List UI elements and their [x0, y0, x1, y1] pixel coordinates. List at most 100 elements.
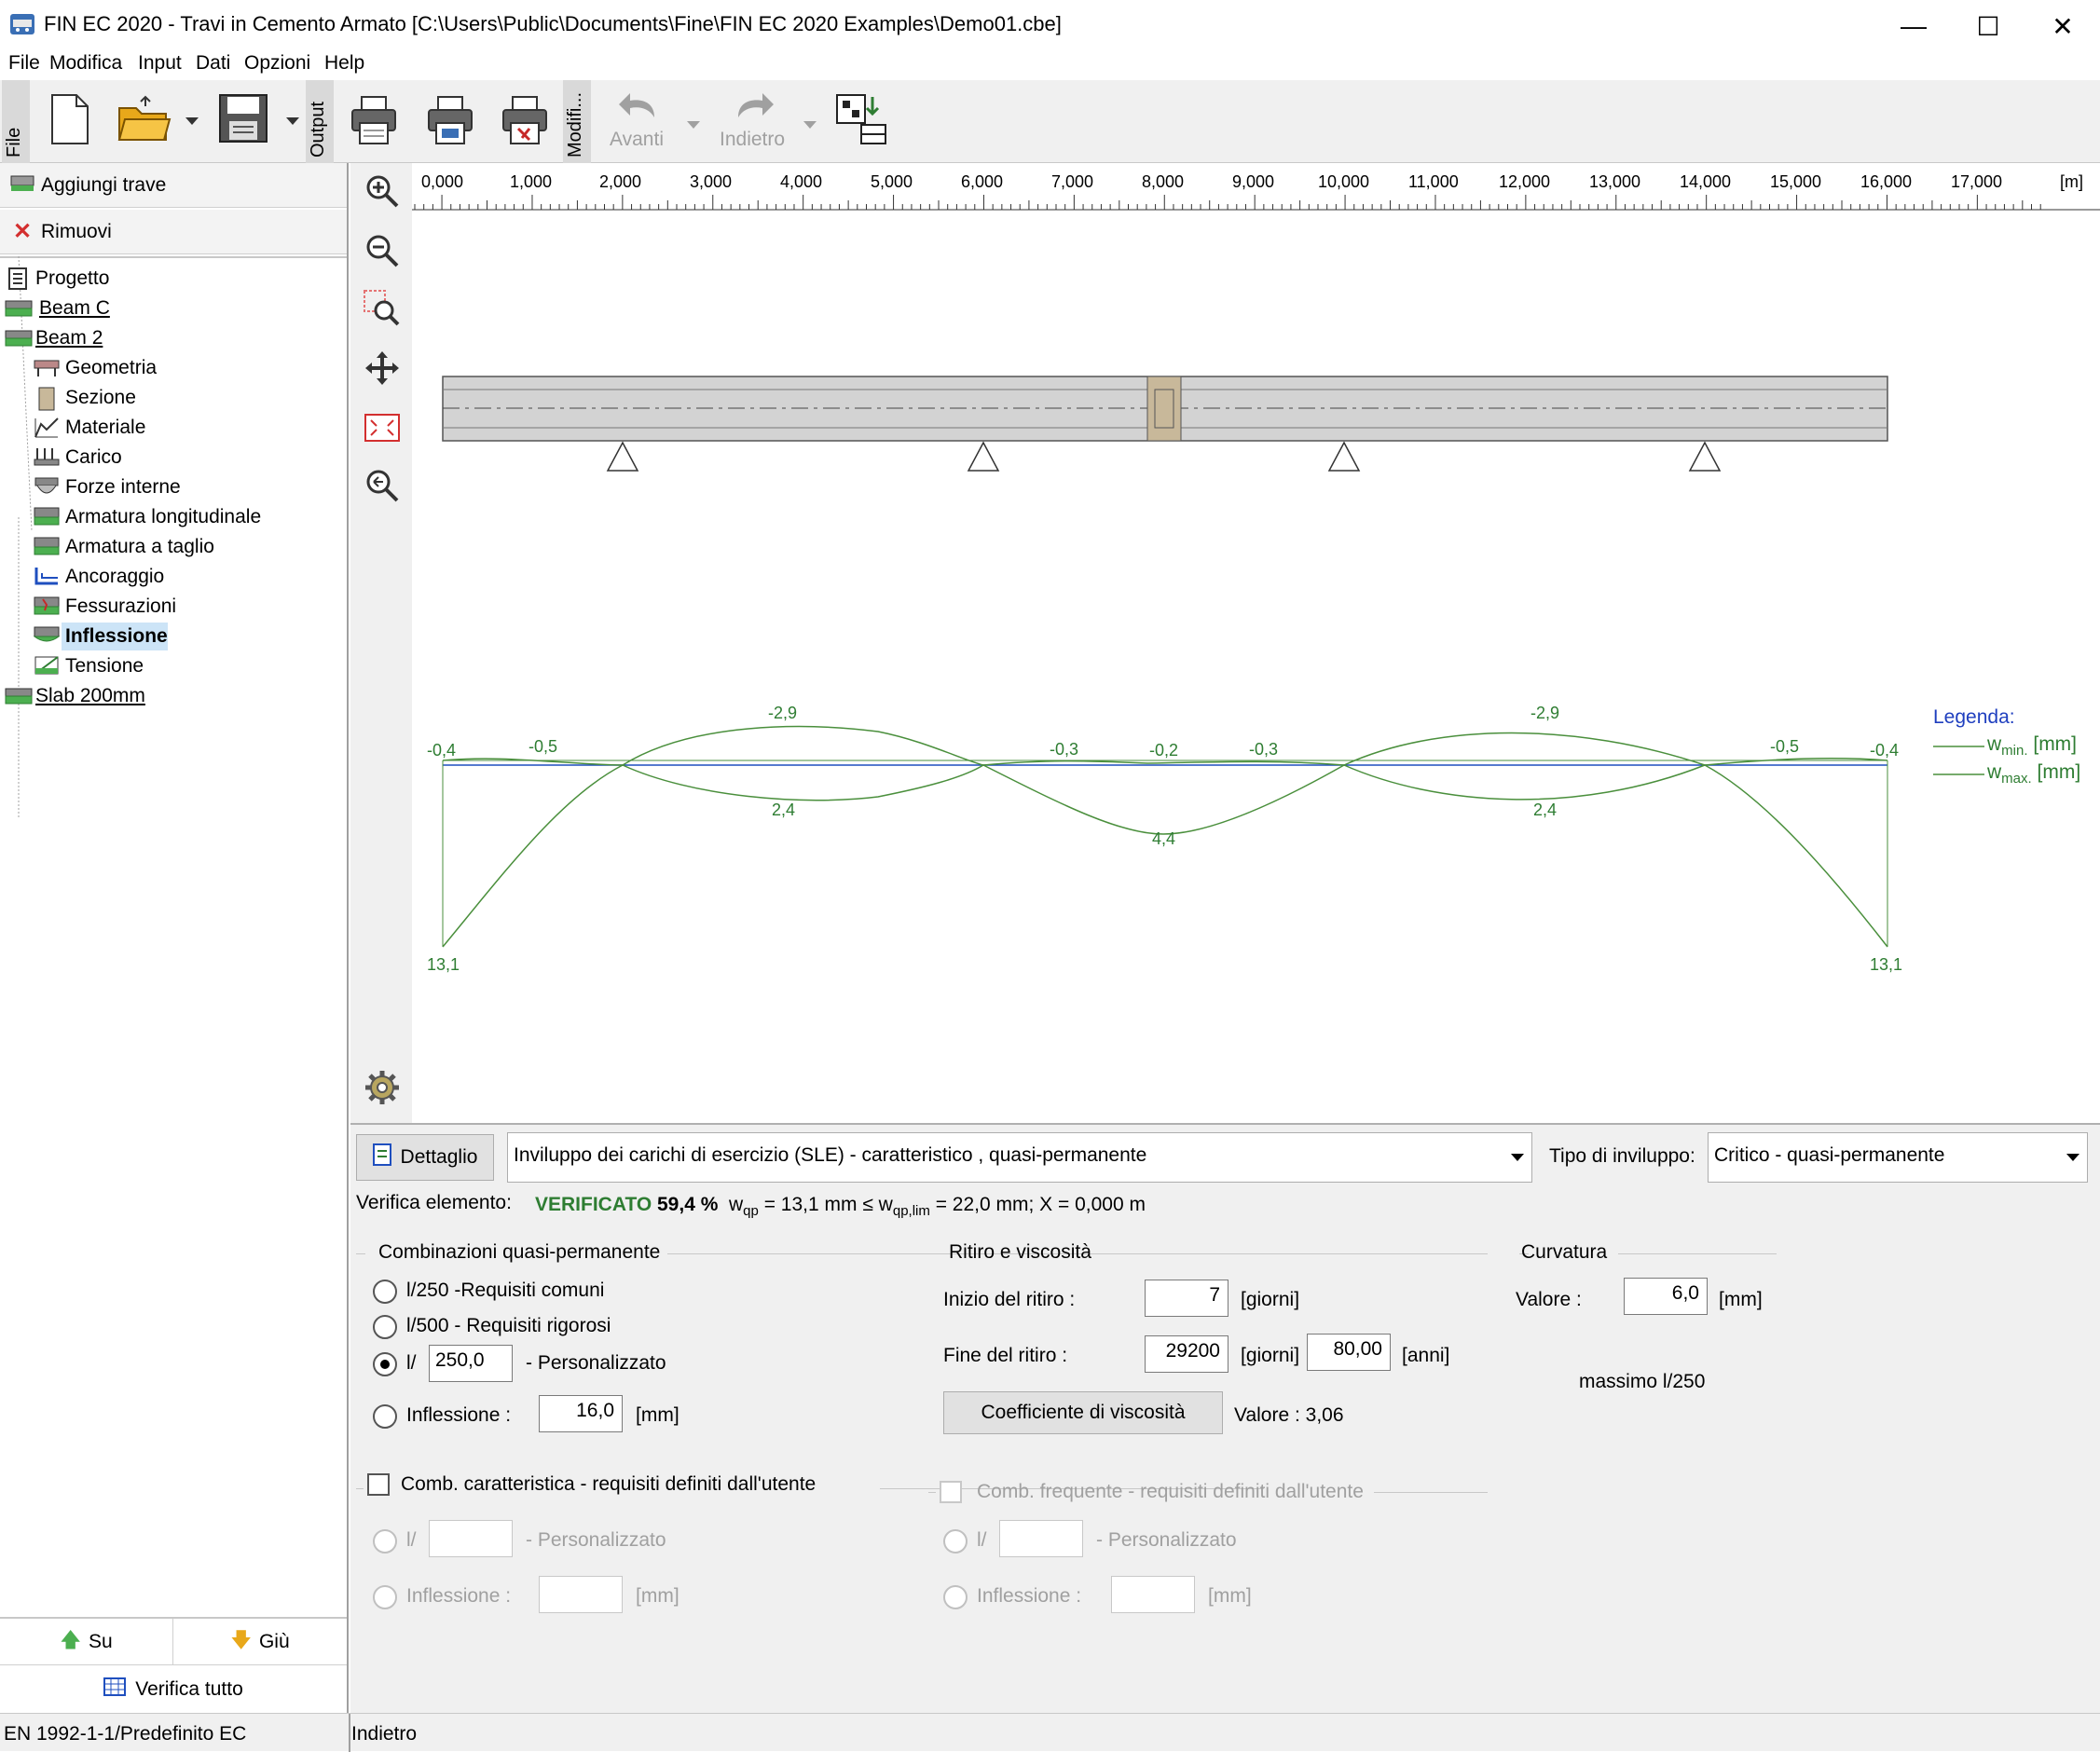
- menu-help[interactable]: Help: [324, 52, 364, 75]
- bottom-panel: Dettaglio Inviluppo dei carichi di eserc…: [350, 1123, 2100, 1713]
- new-file-icon[interactable]: [47, 93, 93, 145]
- radio-l250-label[interactable]: l/250 -Requisiti comuni: [406, 1280, 604, 1302]
- legend-title: Legenda:: [1933, 706, 2015, 728]
- detail-button[interactable]: Dettaglio: [356, 1134, 494, 1181]
- undo-icon[interactable]: [617, 89, 658, 121]
- char-ratio-input[interactable]: [429, 1520, 513, 1557]
- export-pdf-icon[interactable]: [501, 95, 548, 145]
- chevron-down-icon: [2066, 1154, 2079, 1161]
- redo-icon[interactable]: [734, 89, 775, 121]
- radio-l250[interactable]: [373, 1280, 397, 1304]
- tree-item-armatura-longitudinale[interactable]: Armatura longitudinale: [65, 506, 261, 528]
- drawing-canvas[interactable]: 0,000 1,000 2,000 3,000 4,000 5,000 6,00…: [412, 163, 2100, 1123]
- menu-file[interactable]: File: [8, 52, 40, 75]
- group-border: [928, 1253, 938, 1254]
- remove-button[interactable]: ✕ Rimuovi: [0, 210, 347, 254]
- toolbar-tab-output[interactable]: Output: [306, 80, 334, 163]
- deflection-unit: [mm]: [636, 1404, 679, 1426]
- zoom-out-icon[interactable]: [364, 232, 401, 269]
- maximize-button[interactable]: ☐: [1951, 0, 2025, 52]
- char-radio-deflection[interactable]: [373, 1585, 397, 1609]
- move-down-button[interactable]: 🡇 Giù: [173, 1619, 347, 1665]
- save-icon[interactable]: [218, 93, 268, 145]
- menu-modifica[interactable]: Modifica: [49, 52, 122, 75]
- tree-item-armatura-a-taglio[interactable]: Armatura a taglio: [65, 536, 214, 558]
- open-dropdown-icon[interactable]: [185, 114, 199, 130]
- tree-item-carico[interactable]: Carico: [65, 446, 122, 469]
- tree-item-geometria[interactable]: Geometria: [65, 357, 157, 379]
- tree-item-progetto[interactable]: Progetto: [35, 267, 109, 290]
- zoom-previous-icon[interactable]: [364, 467, 401, 504]
- tree-item-slab-200mm[interactable]: Slab 200mm: [35, 685, 145, 707]
- print-preview-icon[interactable]: [427, 95, 474, 145]
- freq-deflection-label: Inflessione :: [977, 1585, 1082, 1607]
- zoom-window-icon[interactable]: [364, 290, 401, 327]
- undo-dropdown-icon[interactable]: [686, 117, 701, 134]
- radio-deflection[interactable]: [373, 1404, 397, 1429]
- open-folder-icon[interactable]: [117, 93, 172, 145]
- creep-coefficient-button[interactable]: Coefficiente di viscosità: [943, 1391, 1223, 1434]
- redo-dropdown-icon[interactable]: [803, 117, 817, 134]
- shrinkage-end-days-input[interactable]: 29200: [1145, 1335, 1228, 1373]
- radio-deflection-label[interactable]: Inflessione :: [406, 1404, 511, 1427]
- deflection-input[interactable]: 16,0: [539, 1395, 623, 1432]
- tree-item-beam-2[interactable]: Beam 2: [35, 327, 103, 349]
- fit-view-icon[interactable]: [364, 409, 401, 446]
- char-deflection-input[interactable]: [539, 1576, 623, 1613]
- slab-icon: [5, 686, 33, 711]
- print-icon[interactable]: [350, 95, 397, 145]
- pan-icon[interactable]: [364, 349, 401, 387]
- save-dropdown-icon[interactable]: [285, 114, 300, 130]
- freq-deflection-input[interactable]: [1111, 1576, 1195, 1613]
- load-combination-select[interactable]: Inviluppo dei carichi di esercizio (SLE)…: [507, 1132, 1532, 1183]
- tree-item-inflessione[interactable]: Inflessione: [65, 625, 168, 648]
- beam-icon: [5, 328, 33, 353]
- zoom-in-icon[interactable]: [364, 172, 401, 210]
- redo-label[interactable]: Indietro: [720, 129, 785, 151]
- curvature-value-input[interactable]: 6,0: [1624, 1278, 1708, 1315]
- radio-l500-label[interactable]: l/500 - Requisiti rigorosi: [406, 1315, 611, 1337]
- group-border: [356, 1253, 365, 1254]
- radio-custom-ratio[interactable]: [373, 1352, 397, 1376]
- tree-item-sezione[interactable]: Sezione: [65, 387, 136, 409]
- move-up-button[interactable]: 🡅 Su: [0, 1619, 173, 1665]
- menu-opzioni[interactable]: Opzioni: [244, 52, 310, 75]
- freq-radio-ratio[interactable]: [943, 1529, 968, 1554]
- toolbar-tab-modifica[interactable]: Modifi...: [563, 80, 591, 163]
- shrinkage-end-years-input[interactable]: 80,00: [1307, 1334, 1391, 1371]
- tree-item-forze-interne[interactable]: Forze interne: [65, 476, 181, 499]
- tree-item-tensione[interactable]: Tensione: [65, 655, 144, 678]
- menu-input[interactable]: Input: [138, 52, 182, 75]
- cracking-icon: [34, 595, 60, 621]
- toolbar-tab-file[interactable]: File: [2, 80, 30, 163]
- freq-radio-deflection[interactable]: [943, 1585, 968, 1609]
- add-beam-button[interactable]: Aggiungi trave: [0, 163, 347, 208]
- settings-gear-icon[interactable]: [364, 1069, 401, 1106]
- copy-data-icon[interactable]: [835, 93, 887, 145]
- char-radio-ratio[interactable]: [373, 1529, 397, 1554]
- menu-dati[interactable]: Dati: [196, 52, 230, 75]
- close-button[interactable]: ✕: [2025, 0, 2100, 52]
- radio-l500[interactable]: [373, 1315, 397, 1339]
- remove-icon: ✕: [13, 219, 33, 244]
- envelope-type-select[interactable]: Critico - quasi-permanente: [1708, 1132, 2088, 1183]
- tree-item-beam-c[interactable]: Beam C: [39, 297, 110, 320]
- toolbar: File Output Modifi... Avanti Indietro: [0, 80, 2100, 163]
- shrinkage-start-input[interactable]: 7: [1145, 1280, 1228, 1317]
- frequent-checkbox[interactable]: [940, 1481, 962, 1503]
- shrinkage-end-label: Fine del ritiro :: [943, 1345, 1068, 1366]
- group-border: [928, 1492, 936, 1493]
- tree-item-fessurazioni[interactable]: Fessurazioni: [65, 595, 176, 618]
- radio-custom-suffix: - Personalizzato: [526, 1352, 666, 1374]
- tree-item-materiale[interactable]: Materiale: [65, 417, 145, 439]
- characteristic-checkbox[interactable]: [367, 1473, 390, 1496]
- undo-label[interactable]: Avanti: [610, 129, 664, 151]
- wmin-value-label: -0,3: [1249, 740, 1279, 759]
- custom-ratio-input[interactable]: 250,0: [429, 1345, 513, 1382]
- verify-all-button[interactable]: Verifica tutto: [0, 1666, 347, 1713]
- stress-icon: [34, 655, 60, 680]
- tree-item-ancoraggio[interactable]: Ancoraggio: [65, 566, 164, 588]
- characteristic-group-title[interactable]: Comb. caratteristica - requisiti definit…: [401, 1473, 816, 1496]
- minimize-button[interactable]: —: [1876, 0, 1951, 52]
- freq-ratio-input[interactable]: [999, 1520, 1083, 1557]
